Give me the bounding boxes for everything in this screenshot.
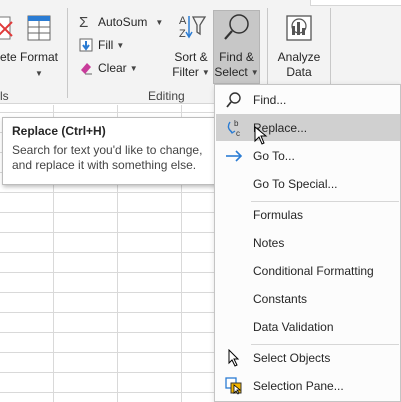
autosum-label: AutoSum [98,15,148,29]
find-select-label-2: Select [214,65,248,79]
analyze-data-button[interactable]: Analyze Data [274,12,324,82]
menu-item-replace[interactable]: b c Replace... [216,114,400,145]
clear-button[interactable]: Clear ▼ [79,58,138,78]
format-icon [27,15,51,41]
fill-label: Fill [98,38,114,52]
cursor-arrow-icon [224,348,244,368]
sort-filter-button[interactable]: A Z Sort & Filter ▼ [170,12,212,82]
menu-item-go-to-special[interactable]: Go To Special... [216,170,400,197]
cells-group-label: ls [0,89,9,103]
analyze-label-1: Analyze [277,50,321,64]
tooltip-title: Replace (Ctrl+H) [12,124,106,138]
selection-pane-icon [224,376,244,396]
chevron-down-icon: ▼ [250,68,259,77]
find-select-button[interactable]: Find & Select ▼ [213,10,260,84]
chevron-down-icon[interactable]: ▼ [155,18,163,27]
arrow-right-icon [224,146,244,166]
group-divider [67,8,68,98]
delete-label: ete [0,50,17,64]
fill-button[interactable]: Fill ▼ [79,35,124,55]
sort-filter-label-2: Filter [172,65,199,79]
find-select-label-1: Find & [219,50,254,64]
delete-button[interactable]: ete [0,12,17,82]
menu-item-label: Formulas [253,207,304,222]
menu-item-label: Select Objects [253,350,331,365]
menu-item-notes[interactable]: Notes [216,229,400,256]
menu-item-label: Go To Special... [253,176,338,191]
menu-item-label: Find... [253,92,287,107]
chevron-down-icon: ▼ [201,68,210,77]
menu-item-data-validation[interactable]: Data Validation [216,313,400,340]
format-label: Format [19,50,58,64]
svg-text:b: b [234,119,239,128]
delete-icon [0,16,13,40]
svg-text:Z: Z [179,28,186,40]
menu-item-label: Constants [253,291,308,306]
fill-down-icon [79,38,95,52]
replace-tooltip: Replace (Ctrl+H) Search for text you'd l… [2,117,228,185]
search-icon [224,90,244,110]
autosum-button[interactable]: Σ AutoSum ▼ [79,12,163,32]
clear-label: Clear [98,61,127,75]
replace-icon: b c [224,118,244,138]
menu-item-label: Notes [253,235,285,250]
menu-item-label: Conditional Formatting [253,263,374,278]
chevron-down-icon: ▼ [116,40,125,50]
format-button[interactable]: Format ▼ [17,12,61,82]
menu-item-selection-pane[interactable]: Selection Pane... [216,372,400,399]
menu-item-go-to[interactable]: Go To... [216,142,400,169]
editing-group-label: Editing [148,89,185,103]
sigma-icon: Σ [79,13,89,31]
menu-item-label: Go To... [253,148,295,163]
menu-item-formulas[interactable]: Formulas [216,201,400,228]
magnifier-icon [223,14,249,40]
svg-text:A: A [179,15,187,27]
menu-item-select-objects[interactable]: Select Objects [216,344,400,371]
menu-item-conditional-formatting[interactable]: Conditional Formatting [216,257,400,284]
tooltip-line-1: Search for text you'd like to change, [12,143,203,157]
analyze-label-2: Data [286,65,312,79]
eraser-icon [79,61,95,75]
sort-filter-label-1: Sort & [174,50,208,64]
tooltip-line-2: and replace it with something else. [12,158,197,172]
ribbon-top-strip [310,0,401,6]
analyze-data-icon [286,15,312,41]
chevron-down-icon: ▼ [35,69,43,78]
find-select-menu: Find... b c Replace... Go To... Go To Sp… [214,84,401,402]
menu-item-find[interactable]: Find... [216,86,400,113]
chevron-down-icon: ▼ [129,63,138,73]
menu-item-label: Selection Pane... [253,378,344,393]
menu-item-constants[interactable]: Constants [216,285,400,312]
svg-text:c: c [236,129,240,138]
menu-item-label: Data Validation [253,319,334,334]
sort-filter-icon: A Z [179,15,207,40]
